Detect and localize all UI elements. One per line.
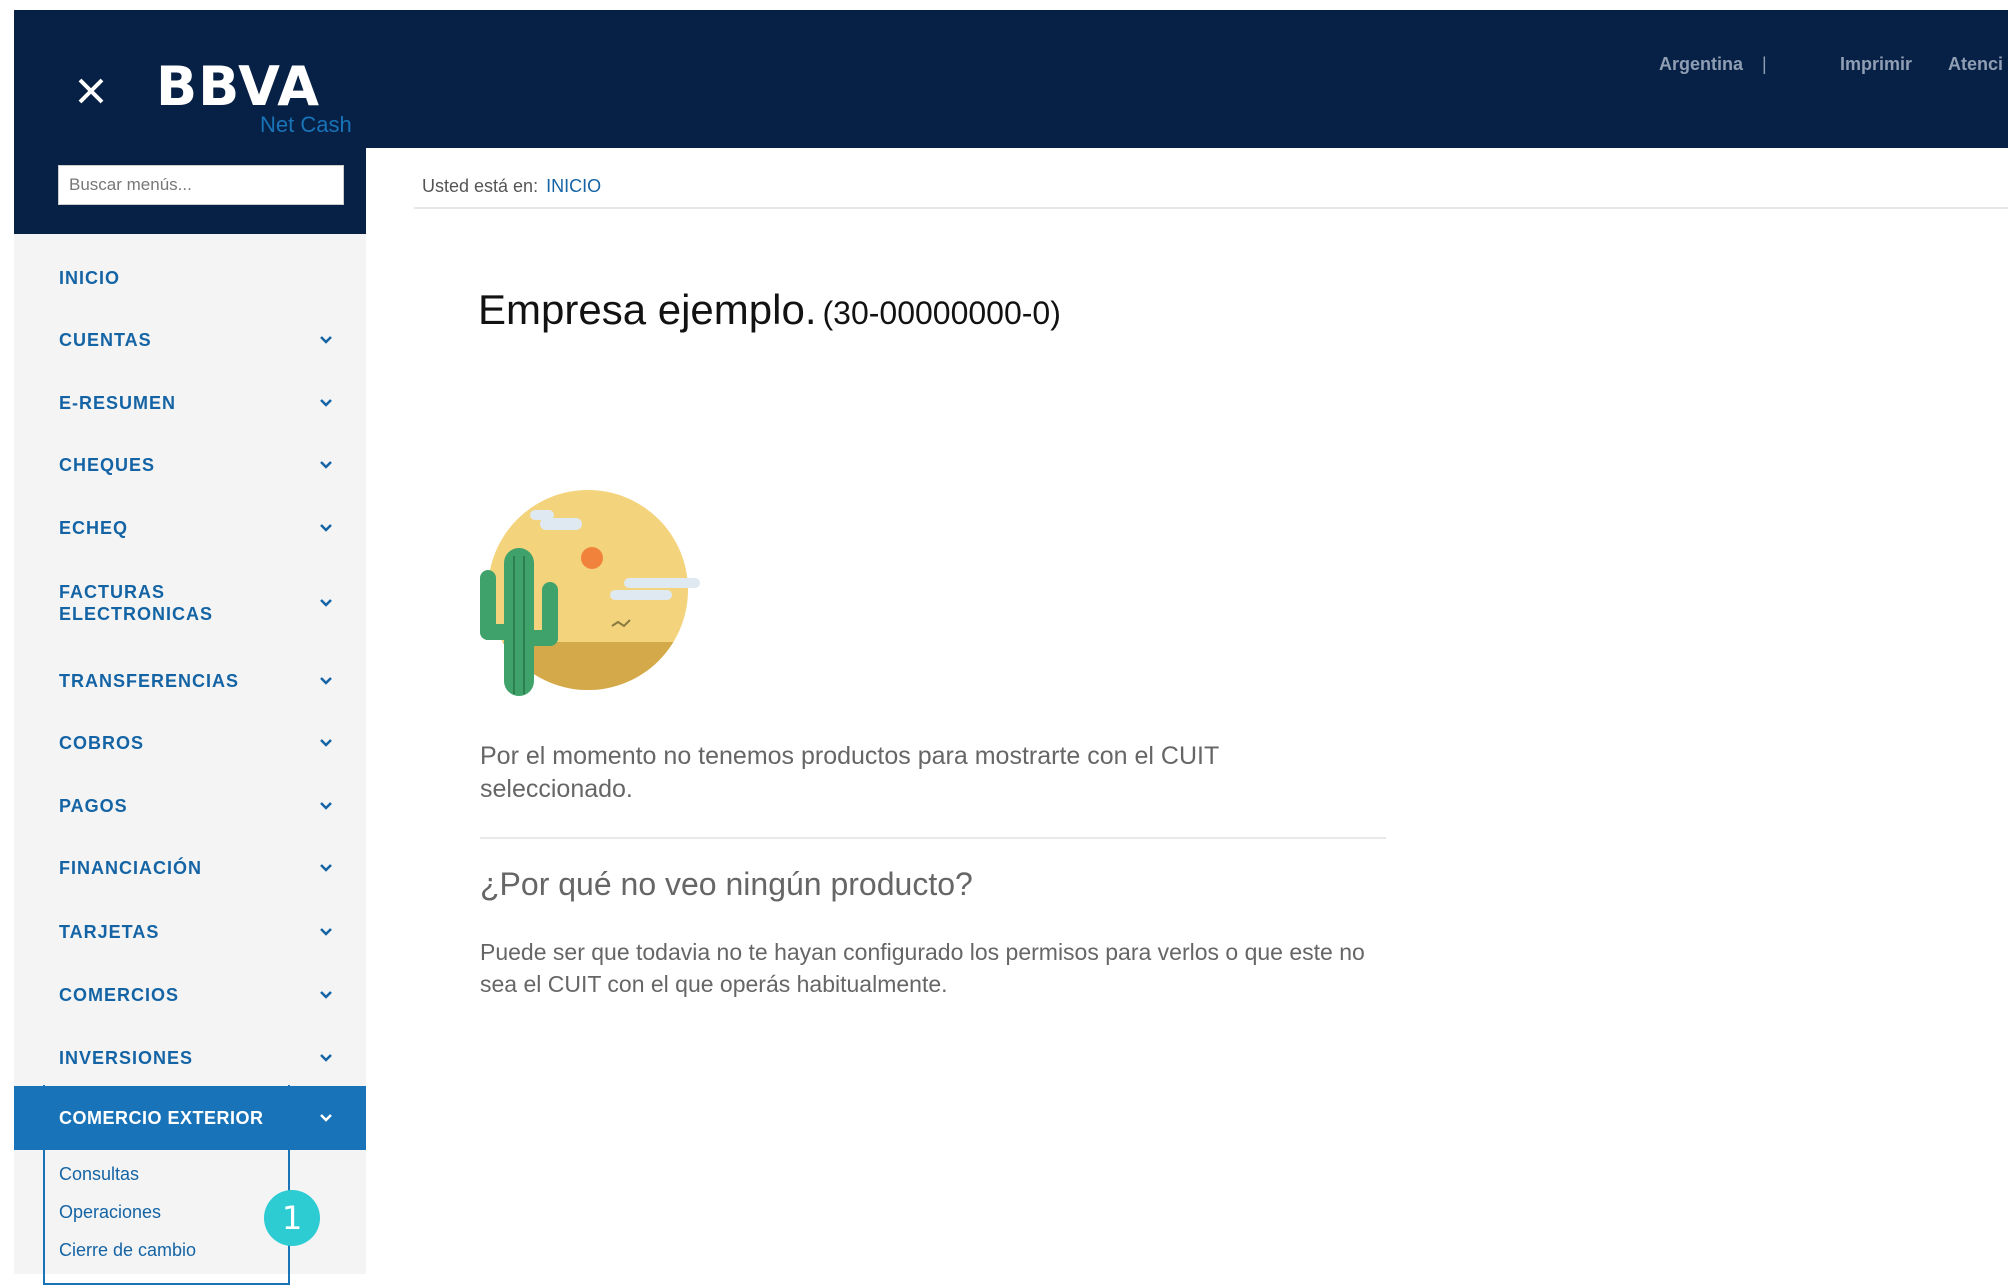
- sidebar-item-inicio[interactable]: INICIO: [14, 248, 366, 308]
- chevron-down-icon: [320, 928, 332, 936]
- sidebar-item-cuentas[interactable]: CUENTAS: [14, 310, 366, 370]
- sidebar-item-label: E-RESUMEN: [59, 393, 177, 413]
- company-name: Empresa ejemplo.: [478, 286, 817, 333]
- breadcrumb-prefix: Usted está en:: [422, 176, 539, 196]
- sidebar-item-pagos[interactable]: PAGOS: [14, 776, 366, 836]
- chevron-down-icon: [320, 991, 332, 999]
- breadcrumb-divider: [414, 207, 2008, 209]
- sidebar-item-label: TRANSFERENCIAS: [59, 671, 240, 691]
- sidebar-item-label: INICIO: [59, 268, 121, 288]
- company-cuit: (30-00000000-0): [822, 295, 1061, 331]
- header-separator: |: [1762, 54, 1767, 74]
- chevron-down-icon: [320, 524, 332, 532]
- sidebar-item-label: COBROS: [59, 733, 145, 753]
- chevron-down-icon: [320, 461, 332, 469]
- sidebar-item-label: CHEQUES: [59, 455, 156, 475]
- sidebar-item-label: TARJETAS: [59, 922, 160, 942]
- sidebar-item-tarjetas[interactable]: TARJETAS: [14, 902, 366, 962]
- breadcrumb-current[interactable]: INICIO: [546, 176, 601, 196]
- menu-search-input[interactable]: [58, 165, 344, 205]
- page-title: Empresa ejemplo. (30-00000000-0): [478, 286, 1061, 334]
- logo-subtitle: Net Cash: [260, 112, 352, 137]
- sidebar-item-label: CUENTAS: [59, 330, 152, 350]
- print-link[interactable]: Imprimir: [1840, 54, 1912, 75]
- highlight-box: [43, 1085, 290, 1285]
- search-bar: [14, 148, 366, 234]
- chevron-down-icon: [320, 599, 332, 607]
- sidebar-item-label: FINANCIACIÓN: [59, 858, 202, 878]
- desert-cactus-illustration: [480, 490, 700, 696]
- support-link[interactable]: Atenci: [1948, 54, 2003, 75]
- chevron-down-icon: [320, 1054, 332, 1062]
- country-link[interactable]: Argentina: [1659, 54, 1743, 75]
- chevron-down-icon: [320, 399, 332, 407]
- chevron-down-icon: [320, 1114, 332, 1122]
- chevron-down-icon: [320, 677, 332, 685]
- sidebar-item-echeq[interactable]: ECHEQ: [14, 498, 366, 558]
- empty-state-message: Por el momento no tenemos productos para…: [480, 742, 1219, 803]
- faq-question: ¿Por qué no veo ningún producto?: [480, 866, 973, 902]
- chevron-down-icon: [320, 336, 332, 344]
- sidebar-item-facturas-electronicas[interactable]: FACTURAS ELECTRONICAS: [14, 563, 366, 643]
- sidebar-item-label: PAGOS: [59, 796, 128, 816]
- sidebar-item-label: FACTURAS ELECTRONICAS: [59, 582, 214, 624]
- faq-answer: Puede ser que todavia no te hayan config…: [480, 939, 1365, 997]
- sidebar-item-transferencias[interactable]: TRANSFERENCIAS: [14, 651, 366, 711]
- content-divider: [480, 837, 1386, 839]
- sidebar-item-comercios[interactable]: COMERCIOS: [14, 965, 366, 1025]
- chevron-down-icon: [320, 864, 332, 872]
- chevron-down-icon: [320, 739, 332, 747]
- sidebar-item-inversiones[interactable]: INVERSIONES: [14, 1028, 366, 1088]
- sidebar-item-e-resumen[interactable]: E-RESUMEN: [14, 373, 366, 433]
- sidebar-item-financiación[interactable]: FINANCIACIÓN: [14, 838, 366, 898]
- sidebar-item-cobros[interactable]: COBROS: [14, 713, 366, 773]
- chevron-down-icon: [320, 802, 332, 810]
- bbva-logo[interactable]: BBVA Net Cash: [156, 55, 352, 138]
- sidebar-item-cheques[interactable]: CHEQUES: [14, 435, 366, 495]
- sidebar-item-label: ECHEQ: [59, 518, 129, 538]
- top-header: BBVA Net Cash Argentina | Imprimir Atenc…: [14, 10, 2008, 148]
- sidebar-item-label: COMERCIOS: [59, 985, 180, 1005]
- close-icon[interactable]: [76, 76, 106, 106]
- breadcrumb: Usted está en: INICIO: [422, 176, 601, 197]
- logo-wordmark: BBVA: [156, 55, 321, 118]
- sidebar-item-label: INVERSIONES: [59, 1048, 194, 1068]
- step-badge: 1: [264, 1190, 320, 1246]
